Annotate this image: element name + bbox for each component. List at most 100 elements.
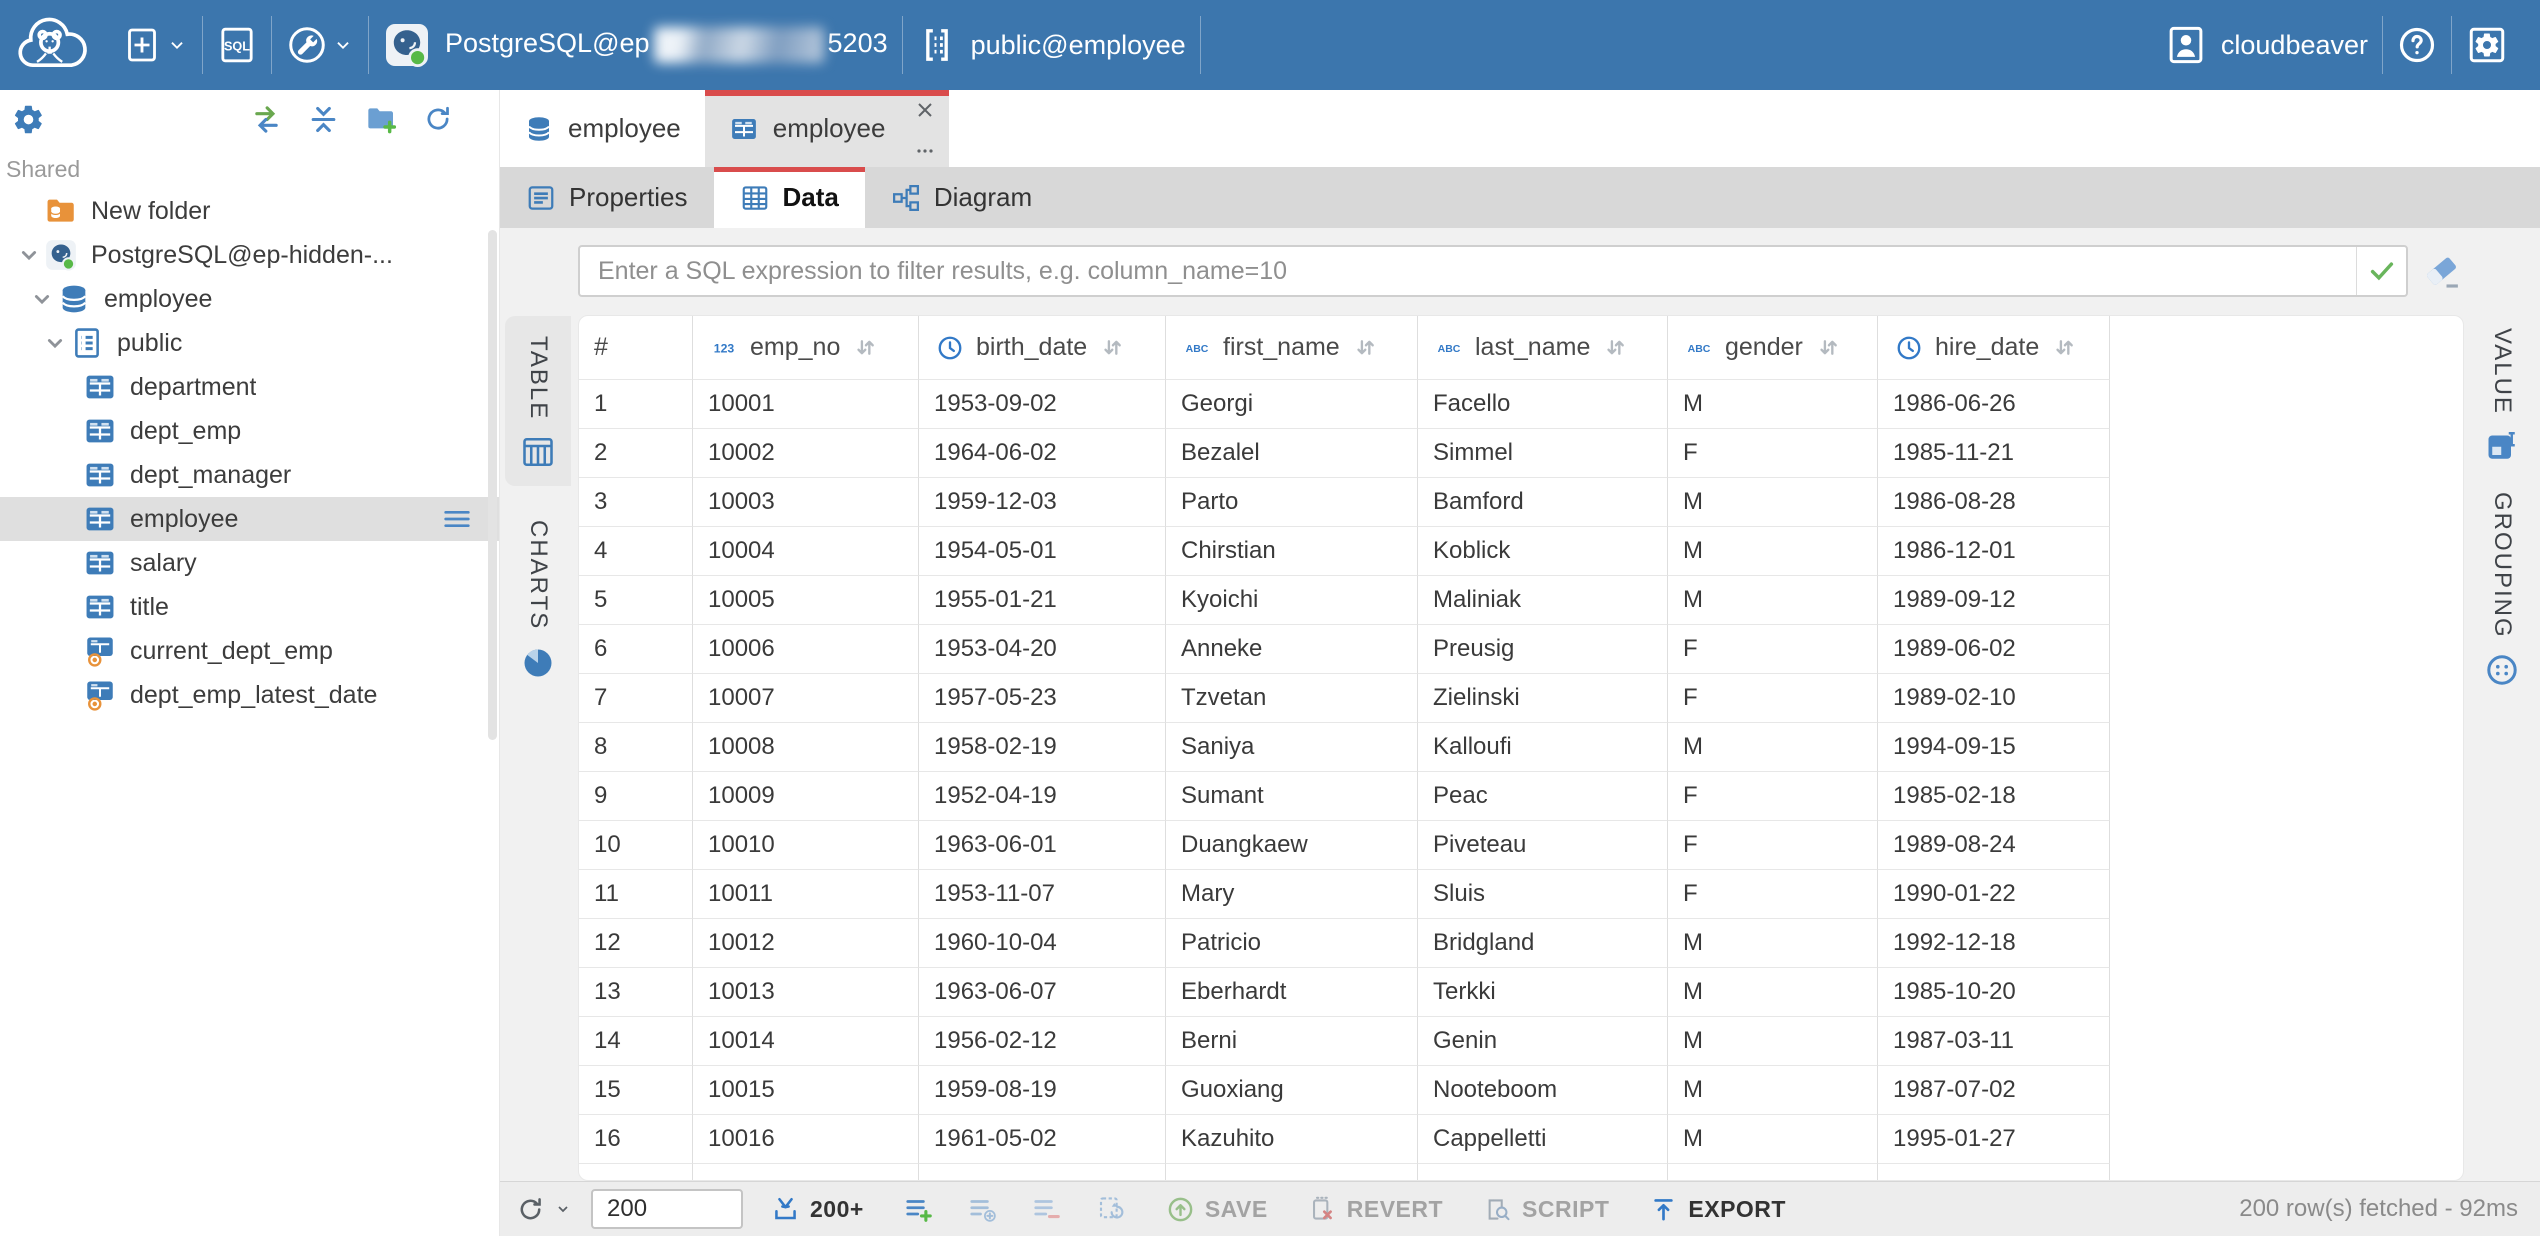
data-cell[interactable]: 1989-02-10 [1878, 674, 2110, 723]
data-cell[interactable]: Bridgland [1418, 919, 1668, 968]
table-row[interactable]: 2100021964-06-02BezalelSimmelF1985-11-21 [579, 429, 2463, 478]
tree-item-dept_manager[interactable]: dept_manager [0, 453, 499, 497]
data-cell[interactable]: Mary [1166, 870, 1418, 919]
data-cell[interactable]: M [1668, 478, 1878, 527]
row-number-cell[interactable]: 4 [579, 527, 693, 576]
sql-editor-button[interactable]: SQL [203, 0, 271, 90]
tree-item-current_dept_emp[interactable]: current_dept_emp [0, 629, 499, 673]
data-cell[interactable]: 1953-09-02 [919, 380, 1166, 429]
revert-button[interactable]: REVERT [1308, 1195, 1443, 1224]
data-cell[interactable]: 1953-04-20 [919, 625, 1166, 674]
table-row[interactable]: 4100041954-05-01ChirstianKoblickM1986-12… [579, 527, 2463, 576]
duplicate-row-icon[interactable] [968, 1194, 998, 1224]
tree-item-PostgreSQL@ep-hidden-...[interactable]: PostgreSQL@ep-hidden-... [0, 233, 499, 277]
data-cell[interactable]: Simmel [1418, 429, 1668, 478]
row-number-cell[interactable]: 15 [579, 1066, 693, 1115]
data-cell[interactable]: Koblick [1418, 527, 1668, 576]
data-cell[interactable]: F [1668, 429, 1878, 478]
cloudbeaver-logo[interactable] [0, 0, 108, 90]
column-header-gender[interactable]: ABCgender [1668, 316, 1878, 380]
data-cell[interactable]: M [1668, 1017, 1878, 1066]
script-button[interactable]: SCRIPT [1483, 1195, 1609, 1224]
column-header-first_name[interactable]: ABCfirst_name [1166, 316, 1418, 380]
delete-row-icon[interactable] [1032, 1194, 1062, 1224]
tree-expand-chevron-icon[interactable] [40, 328, 70, 358]
sort-icon[interactable] [1352, 334, 1379, 361]
data-cell[interactable]: F [1668, 870, 1878, 919]
data-cell[interactable]: 10002 [693, 429, 919, 478]
column-header-last_name[interactable]: ABClast_name [1418, 316, 1668, 380]
data-cell[interactable]: Facello [1418, 380, 1668, 429]
sort-icon[interactable] [1099, 334, 1126, 361]
data-cell[interactable]: Anneke [1166, 625, 1418, 674]
row-number-cell[interactable]: 5 [579, 576, 693, 625]
fetch-size-input[interactable] [591, 1189, 743, 1229]
schema-selector[interactable]: public@employee [903, 0, 1200, 90]
tree-item-title[interactable]: title [0, 585, 499, 629]
data-cell[interactable]: Sumant [1166, 772, 1418, 821]
tree-item-dept_emp[interactable]: dept_emp [0, 409, 499, 453]
table-row[interactable]: 12100121960-10-04PatricioBridglandM1992-… [579, 919, 2463, 968]
table-row[interactable]: 11100111953-11-07MarySluisF1990-01-22 [579, 870, 2463, 919]
data-cell[interactable]: 10005 [693, 576, 919, 625]
row-number-cell[interactable]: 1 [579, 380, 693, 429]
column-header-emp_no[interactable]: 123emp_no [693, 316, 919, 380]
tab-employee-table[interactable]: employee [705, 90, 950, 167]
data-cell[interactable]: F [1668, 674, 1878, 723]
data-cell[interactable]: Piveteau [1418, 821, 1668, 870]
data-cell[interactable]: 1959-12-03 [919, 478, 1166, 527]
data-cell[interactable]: M [1668, 723, 1878, 772]
data-cell[interactable]: Tzvetan [1166, 674, 1418, 723]
data-cell[interactable]: 10009 [693, 772, 919, 821]
driver-tools-button[interactable] [272, 0, 368, 90]
table-row[interactable]: 16100161961-05-02KazuhitoCappellettiM199… [579, 1115, 2463, 1164]
data-cell[interactable]: 1985-11-21 [1878, 429, 2110, 478]
data-cell[interactable]: Duangkaew [1166, 821, 1418, 870]
settings-button[interactable] [2452, 0, 2540, 90]
data-cell[interactable]: Chirstian [1166, 527, 1418, 576]
data-cell[interactable]: Eberhardt [1166, 968, 1418, 1017]
tab-charts-presentation[interactable]: CHARTS [505, 500, 571, 696]
refresh-tree-icon[interactable] [423, 104, 453, 134]
data-cell[interactable]: 1985-10-20 [1878, 968, 2110, 1017]
sort-icon[interactable] [852, 334, 879, 361]
table-row[interactable]: 10100101963-06-01DuangkaewPiveteauF1989-… [579, 821, 2463, 870]
data-cell[interactable]: 1953-11-07 [919, 870, 1166, 919]
help-button[interactable] [2383, 0, 2451, 90]
tree-item-New folder[interactable]: New folder [0, 189, 499, 233]
data-cell[interactable]: Patricio [1166, 919, 1418, 968]
data-cell[interactable]: Bezalel [1166, 429, 1418, 478]
tree-item-menu-icon[interactable] [441, 503, 473, 535]
data-cell[interactable]: Terkki [1418, 968, 1668, 1017]
data-cell[interactable]: Kyoichi [1166, 576, 1418, 625]
row-number-cell[interactable]: 10 [579, 821, 693, 870]
clear-filter-eraser-icon[interactable] [2422, 251, 2464, 293]
data-cell[interactable]: 1987-07-02 [1878, 1066, 2110, 1115]
tab-properties[interactable]: Properties [500, 167, 714, 228]
data-cell[interactable]: Kalloufi [1418, 723, 1668, 772]
data-cell[interactable]: 1989-06-02 [1878, 625, 2110, 674]
row-number-cell[interactable]: 9 [579, 772, 693, 821]
data-cell[interactable]: M [1668, 380, 1878, 429]
table-row[interactable]: 13100131963-06-07EberhardtTerkkiM1985-10… [579, 968, 2463, 1017]
row-number-cell[interactable]: 12 [579, 919, 693, 968]
tree-item-department[interactable]: department [0, 365, 499, 409]
tab-data[interactable]: Data [714, 167, 865, 228]
data-cell[interactable]: 10013 [693, 968, 919, 1017]
sort-icon[interactable] [1602, 334, 1629, 361]
data-cell[interactable]: Maliniak [1418, 576, 1668, 625]
data-cell[interactable]: Genin [1418, 1017, 1668, 1066]
data-cell[interactable]: M [1668, 968, 1878, 1017]
data-cell[interactable]: 1958-02-19 [919, 723, 1166, 772]
data-cell[interactable]: 1987-03-11 [1878, 1017, 2110, 1066]
data-cell[interactable]: 1952-04-19 [919, 772, 1166, 821]
data-cell[interactable]: F [1668, 772, 1878, 821]
apply-filter-button[interactable] [2356, 247, 2406, 295]
data-cell[interactable]: 10011 [693, 870, 919, 919]
table-row[interactable]: 8100081958-02-19SaniyaKalloufiM1994-09-1… [579, 723, 2463, 772]
data-cell[interactable]: 1990-01-22 [1878, 870, 2110, 919]
data-cell[interactable]: 1957-05-23 [919, 674, 1166, 723]
new-folder-icon[interactable] [365, 103, 397, 135]
data-cell[interactable]: 1992-12-18 [1878, 919, 2110, 968]
data-cell[interactable]: M [1668, 576, 1878, 625]
